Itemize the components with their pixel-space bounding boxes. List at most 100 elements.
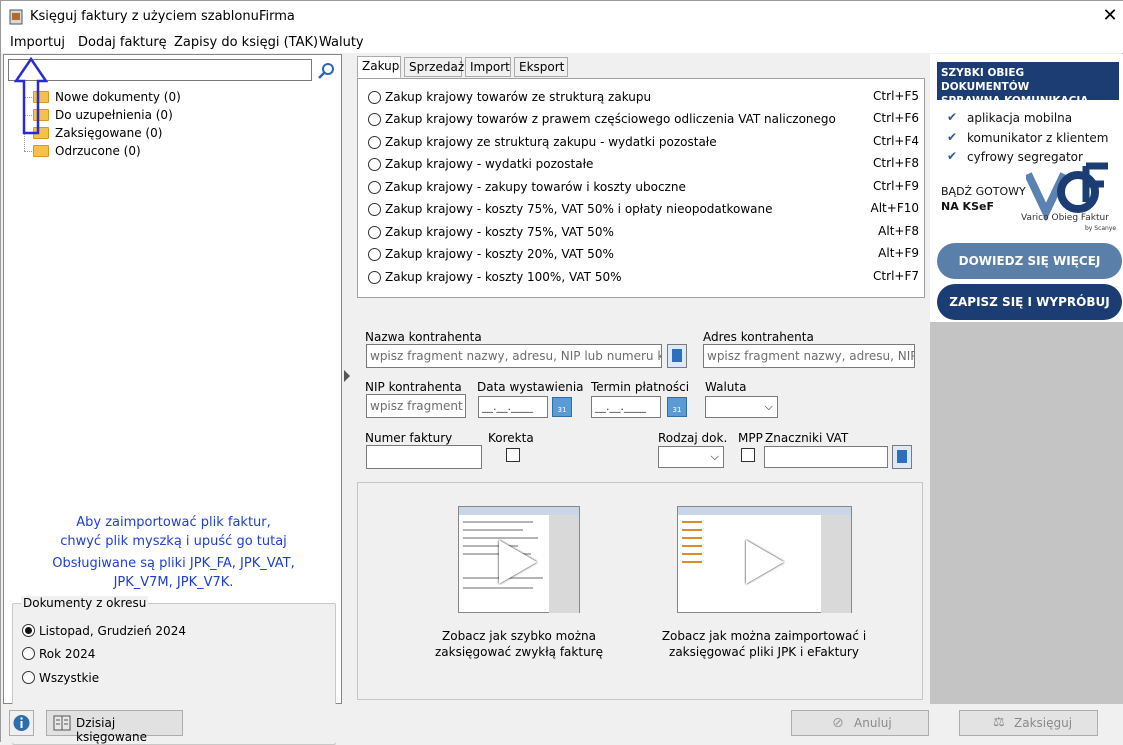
invoice-number-label: Numer faktury: [365, 431, 453, 445]
play-icon: [746, 540, 784, 584]
due-date-input[interactable]: __.__.____: [591, 396, 661, 418]
doc-type-select[interactable]: ⌵: [658, 446, 724, 468]
template-radio[interactable]: [368, 158, 381, 171]
template-option[interactable]: Zakup krajowy towarów z prawem częściowe…: [368, 111, 919, 129]
check-icon: ✔: [947, 130, 958, 144]
ledger-icon: [53, 715, 71, 731]
template-option[interactable]: Zakup krajowy - koszty 75%, VAT 50% Alt+…: [368, 224, 919, 242]
video-thumbnail[interactable]: [458, 506, 580, 613]
period-radio-all[interactable]: [22, 671, 35, 684]
currency-select[interactable]: ⌵: [705, 396, 778, 418]
app-window: Księguj faktury z użyciem szablonu. Firm…: [0, 0, 1123, 745]
templates-panel: Zakup krajowy towarów ze strukturą zakup…: [357, 78, 925, 298]
template-radio[interactable]: [368, 203, 381, 216]
due-date-label: Termin płatności: [591, 380, 690, 394]
mpp-label: MPP: [738, 431, 763, 445]
template-option[interactable]: Zakup krajowy - koszty 100%, VAT 50% Ctr…: [368, 269, 919, 287]
cancel-icon: ⊘: [832, 715, 844, 731]
vat-markers-label: Znaczniki VAT: [765, 431, 849, 445]
video-thumbnail[interactable]: [677, 506, 852, 613]
menu-bar: Importuj Dodaj fakturę Zapisy do księgi …: [1, 33, 1123, 53]
template-option[interactable]: Zakup krajowy ze strukturą zakupu - wyda…: [368, 134, 919, 152]
folder-icon: [33, 145, 49, 157]
today-posted-button[interactable]: Dzisiaj księgowane: [46, 710, 183, 744]
contractor-name-input[interactable]: wpisz fragment nazwy, adresu, NIP lub nu…: [366, 344, 662, 368]
contractor-address-label: Adres kontrahenta: [703, 330, 814, 344]
period-radio-current[interactable]: [22, 624, 35, 637]
tab-sales[interactable]: Sprzedaż: [404, 57, 464, 77]
template-option[interactable]: Zakup krajowy - wydatki pozostałe Ctrl+F…: [368, 156, 919, 174]
arrow-up-icon: [14, 57, 48, 135]
promo-brand: Varico Obieg Faktur: [1021, 213, 1109, 223]
promo-header: SZYBKI OBIEG DOKUMENTÓW SPRAWNA KOMUNIKA…: [937, 62, 1119, 107]
tab-export[interactable]: Eksport: [514, 57, 568, 77]
menu-currencies[interactable]: Waluty: [319, 35, 364, 50]
right-empty-area: [930, 322, 1123, 704]
correction-label: Korekta: [488, 431, 534, 445]
contractor-address-input[interactable]: wpisz fragment nazwy, adresu, NIP lub: [703, 344, 915, 368]
template-radio[interactable]: [368, 226, 381, 239]
doc-type-label: Rodzaj dok.: [658, 431, 728, 445]
template-radio[interactable]: [368, 113, 381, 126]
invoice-filter-form: Nazwa kontrahenta wpisz fragment nazwy, …: [357, 320, 923, 478]
info-button[interactable]: [9, 710, 34, 736]
video-tutorials: Zobacz jak szybko można zaksięgować zwyk…: [357, 482, 923, 700]
issue-date-input[interactable]: __.__.____: [478, 396, 548, 418]
promo-ksef-text: BĄDŹ GOTOWY NA KSeF: [941, 185, 1026, 213]
chevron-down-icon: ⌵: [764, 400, 773, 413]
tab-purchase[interactable]: Zakup: [357, 56, 401, 78]
nip-label: NIP kontrahenta: [365, 380, 462, 394]
template-radio[interactable]: [368, 136, 381, 149]
mpp-checkbox[interactable]: [741, 448, 755, 462]
tree-item-posted[interactable]: Zaksięgowane (0): [55, 126, 162, 140]
promo-brand-sub: by Scanye: [1085, 225, 1117, 232]
app-icon: [9, 9, 23, 25]
learn-more-button[interactable]: DOWIEDZ SIĘ WIĘCEJ: [937, 243, 1122, 279]
cancel-button[interactable]: ⊘ Anuluj: [791, 710, 929, 736]
template-radio[interactable]: [368, 248, 381, 261]
nip-input[interactable]: wpisz fragment n: [366, 394, 466, 418]
title-bar: Księguj faktury z użyciem szablonu. Firm…: [1, 1, 1123, 33]
calendar-icon[interactable]: 31: [667, 397, 687, 417]
contractor-lookup-icon[interactable]: [667, 344, 687, 368]
vat-markers-lookup-icon[interactable]: [892, 445, 912, 469]
signup-button[interactable]: ZAPISZ SIĘ I WYPRÓBUJ: [937, 284, 1122, 320]
search-icon[interactable]: [316, 61, 336, 81]
company-name: Firma: [259, 9, 295, 24]
chevron-down-icon: ⌵: [710, 450, 719, 463]
post-button[interactable]: ⚖ Zaksięguj: [959, 710, 1098, 736]
info-icon: [13, 715, 30, 731]
template-radio[interactable]: [368, 91, 381, 104]
template-radio[interactable]: [368, 271, 381, 284]
search-input[interactable]: [8, 59, 312, 81]
window-title: Księguj faktury z użyciem szablonu.: [30, 9, 263, 24]
template-option[interactable]: Zakup krajowy - koszty 20%, VAT 50% Alt+…: [368, 246, 919, 264]
video-caption: Zobacz jak szybko można zaksięgować zwyk…: [434, 629, 603, 659]
play-icon: [499, 540, 537, 584]
close-icon[interactable]: ✕: [1099, 5, 1121, 26]
tree-item-rejected[interactable]: Odrzucone (0): [55, 144, 141, 158]
tree-item-incomplete[interactable]: Do uzupełnienia (0): [55, 108, 173, 122]
video-caption: Zobacz jak można zaimportować i zaksięgo…: [661, 629, 867, 659]
check-icon: ✔: [947, 110, 958, 124]
tab-import[interactable]: Import: [465, 57, 511, 77]
tree-item-new[interactable]: Nowe dokumenty (0): [55, 90, 181, 104]
invoice-number-input[interactable]: [366, 445, 482, 469]
menu-add-invoice[interactable]: Dodaj fakturę: [78, 35, 167, 50]
drop-hint: Aby zaimportować plik faktur, chwyć plik…: [52, 515, 295, 590]
post-icon: ⚖: [993, 715, 1005, 730]
contractor-name-label: Nazwa kontrahenta: [365, 330, 482, 344]
menu-import[interactable]: Importuj: [10, 35, 65, 50]
template-radio[interactable]: [368, 181, 381, 194]
promo-banner: SZYBKI OBIEG DOKUMENTÓW SPRAWNA KOMUNIKA…: [930, 54, 1123, 322]
vat-markers-input[interactable]: [764, 446, 888, 468]
template-option[interactable]: Zakup krajowy - koszty 75%, VAT 50% i op…: [368, 201, 919, 219]
bottom-toolbar: Dzisiaj księgowane ⊘ Anuluj ⚖ Zaksięguj: [1, 704, 1123, 744]
menu-ledger-entries[interactable]: Zapisy do księgi (TAK): [174, 35, 318, 50]
template-option[interactable]: Zakup krajowy - zakupy towarów i koszty …: [368, 179, 919, 197]
calendar-icon[interactable]: 31: [552, 397, 572, 417]
correction-checkbox[interactable]: [506, 448, 520, 462]
template-option[interactable]: Zakup krajowy towarów ze strukturą zakup…: [368, 89, 919, 107]
splitter-arrow-icon[interactable]: [344, 370, 350, 382]
period-radio-year[interactable]: [22, 647, 35, 660]
